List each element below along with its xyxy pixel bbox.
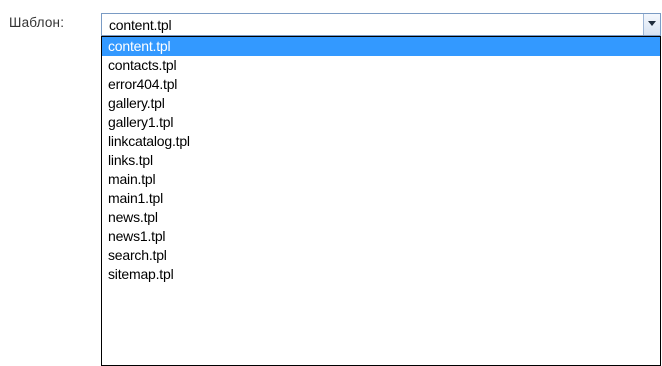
template-select-value: content.tpl	[109, 17, 172, 33]
dropdown-option[interactable]: links.tpl	[102, 151, 660, 170]
template-select[interactable]: content.tpl	[101, 13, 661, 36]
dropdown-option[interactable]: gallery.tpl	[102, 94, 660, 113]
dropdown-option[interactable]: error404.tpl	[102, 75, 660, 94]
dropdown-option[interactable]: gallery1.tpl	[102, 113, 660, 132]
dropdown-arrow-button[interactable]	[643, 14, 660, 35]
dropdown-option[interactable]: linkcatalog.tpl	[102, 132, 660, 151]
dropdown-option[interactable]: news.tpl	[102, 208, 660, 227]
dropdown-option[interactable]: main.tpl	[102, 170, 660, 189]
dropdown-option[interactable]: content.tpl	[102, 37, 660, 56]
dropdown-arrow-icon	[648, 21, 656, 26]
template-dropdown-list[interactable]: content.tpl contacts.tpl error404.tpl ga…	[101, 36, 661, 366]
dropdown-option[interactable]: news1.tpl	[102, 227, 660, 246]
dropdown-option[interactable]: sitemap.tpl	[102, 265, 660, 284]
dropdown-option[interactable]: search.tpl	[102, 246, 660, 265]
dropdown-option[interactable]: contacts.tpl	[102, 56, 660, 75]
template-label: Шаблон:	[9, 15, 65, 30]
dropdown-option[interactable]: main1.tpl	[102, 189, 660, 208]
